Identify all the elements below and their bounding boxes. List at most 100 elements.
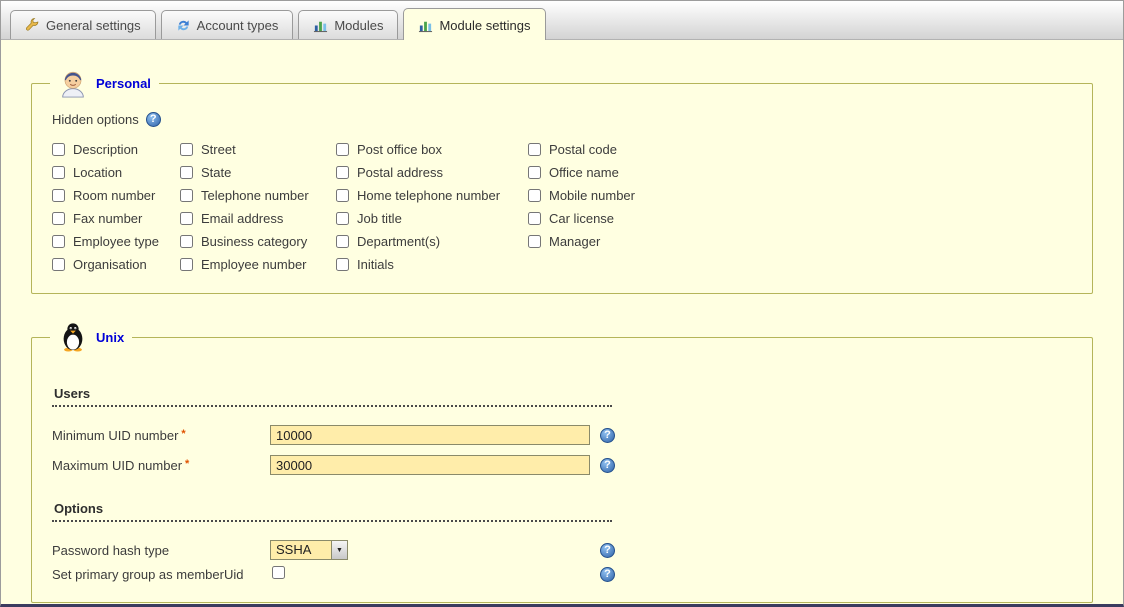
checkbox-office-name[interactable] bbox=[528, 166, 541, 179]
password-hash-label: Password hash type bbox=[52, 543, 270, 558]
tab-label: Modules bbox=[334, 18, 383, 33]
checkbox-job-title[interactable] bbox=[336, 212, 349, 225]
options-section-header: Options bbox=[52, 499, 612, 522]
maximum-uid-input[interactable] bbox=[270, 455, 590, 475]
wrench-icon bbox=[25, 18, 40, 33]
checkbox-postal-code[interactable] bbox=[528, 143, 541, 156]
checkbox-label: Room number bbox=[73, 188, 155, 203]
checkbox-email-address[interactable] bbox=[180, 212, 193, 225]
checkbox-row-postal-code: Postal code bbox=[528, 143, 635, 156]
checkbox-row-organisation: Organisation bbox=[52, 258, 180, 271]
checkbox-description[interactable] bbox=[52, 143, 65, 156]
checkbox-label: Initials bbox=[357, 257, 394, 272]
help-icon[interactable]: ? bbox=[600, 543, 615, 558]
checkbox-label: Organisation bbox=[73, 257, 147, 272]
password-hash-value: SSHA bbox=[271, 541, 331, 559]
module-settings-icon bbox=[418, 18, 433, 33]
tab-account-types[interactable]: Account types bbox=[161, 10, 294, 39]
minimum-uid-input[interactable] bbox=[270, 425, 590, 445]
help-icon[interactable]: ? bbox=[600, 428, 615, 443]
personal-title: Personal bbox=[96, 76, 151, 91]
min-uid-label: Minimum UID number* bbox=[52, 428, 270, 443]
checkbox-row-departments: Department(s) bbox=[336, 235, 528, 248]
checkbox-initials[interactable] bbox=[336, 258, 349, 271]
checkbox-telephone-number[interactable] bbox=[180, 189, 193, 202]
checkbox-row-telephone-number: Telephone number bbox=[180, 189, 336, 202]
checkbox-row-employee-type: Employee type bbox=[52, 235, 180, 248]
personal-legend: Personal bbox=[50, 68, 159, 98]
settings-tabbar: General settings Account types Modules M… bbox=[1, 1, 1123, 40]
checkbox-home-telephone-number[interactable] bbox=[336, 189, 349, 202]
checkbox-manager[interactable] bbox=[528, 235, 541, 248]
checkbox-label: Car license bbox=[549, 211, 614, 226]
help-icon[interactable]: ? bbox=[146, 112, 161, 127]
hidden-options-row: Hidden options ? bbox=[52, 112, 1076, 127]
required-marker: * bbox=[181, 428, 185, 440]
tab-modules[interactable]: Modules bbox=[298, 10, 398, 39]
checkbox-row-post-office-box: Post office box bbox=[336, 143, 528, 156]
tab-label: Account types bbox=[197, 18, 279, 33]
checkbox-label: Street bbox=[201, 142, 236, 157]
checkbox-employee-type[interactable] bbox=[52, 235, 65, 248]
checkbox-mobile-number[interactable] bbox=[528, 189, 541, 202]
checkbox-column: Description Location Room number Fax num… bbox=[52, 143, 180, 271]
checkbox-row-business-category: Business category bbox=[180, 235, 336, 248]
checkbox-state[interactable] bbox=[180, 166, 193, 179]
checkbox-label: Job title bbox=[357, 211, 402, 226]
modules-icon bbox=[313, 18, 328, 33]
max-uid-cell bbox=[270, 455, 600, 475]
max-uid-label: Maximum UID number* bbox=[52, 458, 270, 473]
checkbox-label: Home telephone number bbox=[357, 188, 500, 203]
checkbox-row-home-telephone-number: Home telephone number bbox=[336, 189, 528, 202]
checkbox-label: Business category bbox=[201, 234, 307, 249]
checkbox-post-office-box[interactable] bbox=[336, 143, 349, 156]
help-icon[interactable]: ? bbox=[600, 567, 615, 582]
checkbox-business-category[interactable] bbox=[180, 235, 193, 248]
checkbox-column: Post office box Postal address Home tele… bbox=[336, 143, 528, 271]
account-types-icon bbox=[176, 18, 191, 33]
checkbox-row-location: Location bbox=[52, 166, 180, 179]
checkbox-label: Manager bbox=[549, 234, 600, 249]
required-marker: * bbox=[185, 458, 189, 470]
checkbox-label: Telephone number bbox=[201, 188, 309, 203]
checkbox-label: Employee number bbox=[201, 257, 307, 272]
checkbox-departments[interactable] bbox=[336, 235, 349, 248]
checkbox-street[interactable] bbox=[180, 143, 193, 156]
checkbox-row-job-title: Job title bbox=[336, 212, 528, 225]
checkbox-row-car-license: Car license bbox=[528, 212, 635, 225]
member-uid-row: Set primary group as memberUid ? bbox=[52, 566, 1076, 582]
checkbox-row-manager: Manager bbox=[528, 235, 635, 248]
personal-section: Personal Hidden options ? Description Lo… bbox=[31, 68, 1093, 294]
checkbox-row-room-number: Room number bbox=[52, 189, 180, 202]
checkbox-fax-number[interactable] bbox=[52, 212, 65, 225]
min-uid-row: Minimum UID number* ? bbox=[52, 425, 1076, 445]
checkbox-label: Location bbox=[73, 165, 122, 180]
checkbox-employee-number[interactable] bbox=[180, 258, 193, 271]
checkbox-row-state: State bbox=[180, 166, 336, 179]
password-hash-cell: SSHA ▼ bbox=[270, 540, 600, 560]
tab-label: General settings bbox=[46, 18, 141, 33]
unix-title: Unix bbox=[96, 330, 124, 345]
field-label-text: Maximum UID number bbox=[52, 458, 182, 473]
checkbox-room-number[interactable] bbox=[52, 189, 65, 202]
checkbox-car-license[interactable] bbox=[528, 212, 541, 225]
checkbox-postal-address[interactable] bbox=[336, 166, 349, 179]
unix-legend: Unix bbox=[50, 322, 132, 352]
checkbox-label: Office name bbox=[549, 165, 619, 180]
field-label-text: Minimum UID number bbox=[52, 428, 178, 443]
tab-general-settings[interactable]: General settings bbox=[10, 10, 156, 39]
checkbox-label: Description bbox=[73, 142, 138, 157]
member-uid-checkbox[interactable] bbox=[272, 566, 285, 579]
unix-section: Unix Users Minimum UID number* ? Maximum… bbox=[31, 322, 1093, 603]
help-icon[interactable]: ? bbox=[600, 458, 615, 473]
checkbox-location[interactable] bbox=[52, 166, 65, 179]
password-hash-select[interactable]: SSHA ▼ bbox=[270, 540, 348, 560]
checkbox-organisation[interactable] bbox=[52, 258, 65, 271]
tab-module-settings[interactable]: Module settings bbox=[403, 8, 545, 40]
settings-content: Personal Hidden options ? Description Lo… bbox=[1, 40, 1123, 604]
module-settings-window: General settings Account types Modules M… bbox=[0, 0, 1124, 607]
person-icon bbox=[58, 68, 88, 98]
tab-label: Module settings bbox=[439, 18, 530, 33]
checkbox-row-initials: Initials bbox=[336, 258, 528, 271]
checkbox-column: Street State Telephone number Email addr… bbox=[180, 143, 336, 271]
